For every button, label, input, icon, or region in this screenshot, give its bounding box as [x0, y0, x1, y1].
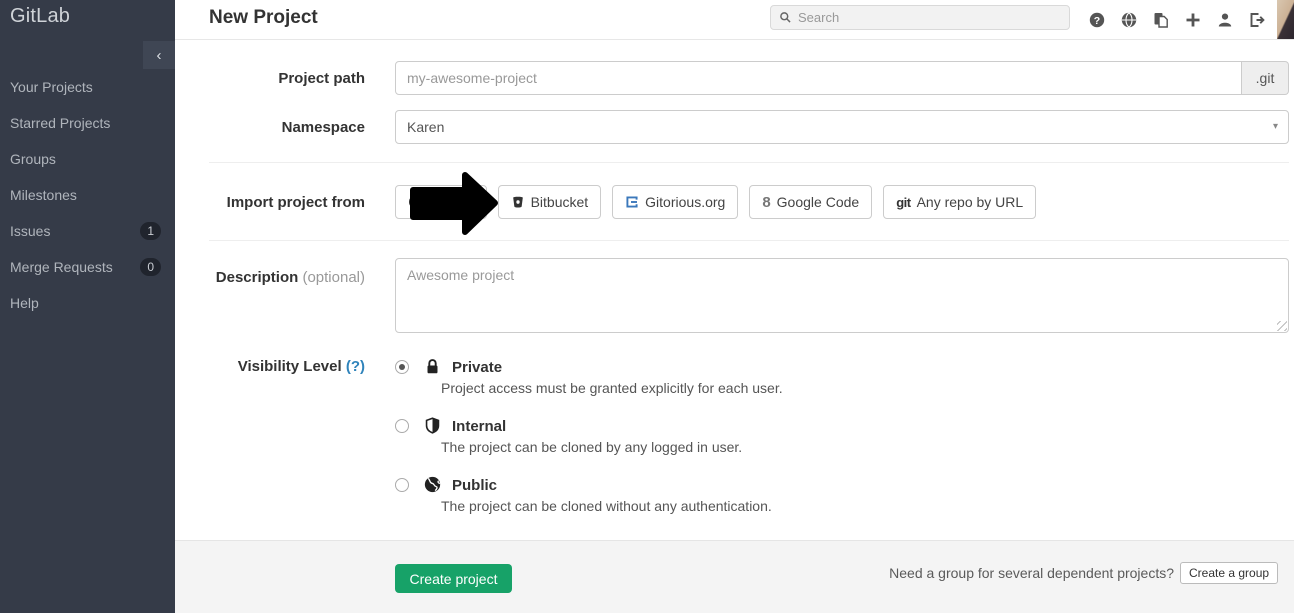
- sidebar-item-issues[interactable]: Issues 1: [0, 213, 175, 249]
- group-hint-text: Need a group for several dependent proje…: [700, 565, 1174, 581]
- gitlab-new-project-page: GitLab ‹ Your Projects Starred Projects …: [0, 0, 1294, 613]
- sidebar-item-starred-projects[interactable]: Starred Projects: [0, 105, 175, 141]
- sidebar-item-groups[interactable]: Groups: [0, 141, 175, 177]
- lock-icon: [424, 358, 441, 375]
- visibility-help-link[interactable]: (?): [346, 358, 365, 375]
- optional-hint: (optional): [302, 269, 365, 286]
- header-icon-row: ?: [1089, 0, 1265, 39]
- user-icon[interactable]: [1217, 12, 1233, 28]
- sidebar-item-your-projects[interactable]: Your Projects: [0, 69, 175, 105]
- namespace-value: Karen: [407, 119, 444, 135]
- svg-text:?: ?: [1094, 15, 1100, 27]
- visibility-public-title: Public: [452, 477, 497, 494]
- description-textarea[interactable]: [395, 258, 1289, 333]
- copy-icon[interactable]: [1153, 12, 1169, 28]
- visibility-public-desc: The project can be cloned without any au…: [441, 498, 772, 514]
- globe-icon: [424, 476, 441, 493]
- help-icon[interactable]: ?: [1089, 12, 1105, 28]
- chevron-down-icon: ▾: [1273, 111, 1278, 143]
- sidebar-nav: Your Projects Starred Projects Groups Mi…: [0, 69, 175, 321]
- plus-icon[interactable]: [1185, 12, 1201, 28]
- description-label: Description (optional): [209, 269, 365, 286]
- namespace-select[interactable]: Karen ▾: [395, 110, 1289, 144]
- sidebar-item-merge-requests[interactable]: Merge Requests 0: [0, 249, 175, 285]
- visibility-internal-desc: The project can be cloned by any logged …: [441, 439, 742, 455]
- google-code-icon: 8: [762, 194, 770, 211]
- import-google-code-button[interactable]: 8 Google Code: [749, 185, 872, 219]
- sidebar-item-help[interactable]: Help: [0, 285, 175, 321]
- search-input[interactable]: [798, 10, 1061, 25]
- import-from-label: Import project from: [209, 194, 365, 211]
- git-icon: git: [896, 195, 910, 210]
- project-path-label: Project path: [209, 70, 365, 87]
- chevron-left-icon: ‹: [157, 47, 162, 64]
- import-button-row: GitHub Bitbucket Gitorious.org 8 Google …: [395, 185, 1036, 219]
- globe-icon[interactable]: [1121, 12, 1137, 28]
- project-path-group: .git: [395, 61, 1289, 95]
- github-icon: [408, 194, 424, 210]
- sidebar-collapse-button[interactable]: ‹: [143, 41, 175, 69]
- visibility-level-label: Visibility Level (?): [209, 358, 365, 375]
- radio-public[interactable]: [395, 478, 409, 492]
- section-divider: [209, 162, 1289, 163]
- gitorious-icon: [625, 195, 639, 209]
- git-suffix-addon: .git: [1242, 61, 1289, 95]
- namespace-label: Namespace: [209, 119, 365, 136]
- user-avatar[interactable]: [1277, 0, 1294, 39]
- textarea-resize-handle[interactable]: [1277, 321, 1287, 331]
- import-bitbucket-button[interactable]: Bitbucket: [498, 185, 602, 219]
- visibility-private-desc: Project access must be granted explicitl…: [441, 380, 783, 396]
- visibility-private-title: Private: [452, 359, 502, 376]
- search-icon: [779, 11, 792, 24]
- visibility-internal-title: Internal: [452, 418, 506, 435]
- top-header: New Project ?: [175, 0, 1294, 40]
- bitbucket-icon: [511, 195, 525, 209]
- create-project-button[interactable]: Create project: [395, 564, 512, 593]
- merge-requests-count-badge: 0: [140, 258, 161, 276]
- import-any-repo-button[interactable]: git Any repo by URL: [883, 185, 1036, 219]
- gitlab-logo[interactable]: GitLab: [10, 5, 70, 28]
- shield-icon: [424, 417, 441, 434]
- page-title: New Project: [209, 7, 318, 29]
- project-path-input[interactable]: [395, 61, 1242, 95]
- import-gitorious-button[interactable]: Gitorious.org: [612, 185, 738, 219]
- sign-out-icon[interactable]: [1249, 12, 1265, 28]
- issues-count-badge: 1: [140, 222, 161, 240]
- import-github-button[interactable]: GitHub: [395, 185, 487, 219]
- create-a-group-button[interactable]: Create a group: [1180, 562, 1278, 584]
- search-box[interactable]: [770, 5, 1070, 30]
- sidebar: GitLab ‹ Your Projects Starred Projects …: [0, 0, 175, 613]
- sidebar-item-milestones[interactable]: Milestones: [0, 177, 175, 213]
- section-divider: [209, 240, 1289, 241]
- radio-internal[interactable]: [395, 419, 409, 433]
- radio-private[interactable]: [395, 360, 409, 374]
